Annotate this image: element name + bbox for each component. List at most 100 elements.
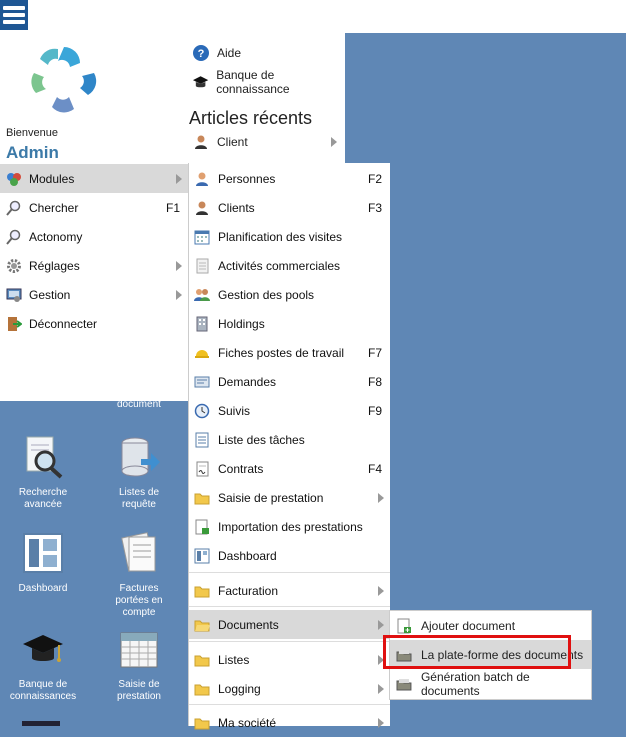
menu-separator [189, 641, 390, 642]
graduation-cap-icon [23, 635, 63, 662]
menu-separator [189, 704, 390, 705]
submenu-item-contrats[interactable]: Contrats F4 [189, 454, 390, 483]
request-icon [194, 376, 210, 387]
desktop-icon-banque[interactable]: Banque de connaissances [8, 627, 78, 703]
gear-icon [7, 258, 21, 273]
submenu-item-label: Gestion des pools [218, 287, 315, 302]
submenu-arrow-icon [378, 585, 384, 596]
help-link[interactable]: ? Aide [192, 42, 241, 64]
building-icon [196, 316, 208, 331]
submenu-item-label: Holdings [218, 316, 265, 331]
submenu-item-suivis[interactable]: Suivis F9 [189, 396, 390, 425]
hardhat-icon [195, 349, 209, 358]
submenu-item-personnes[interactable]: Personnes F2 [189, 164, 390, 193]
desktop-icon-label: Listes de requête [118, 487, 160, 510]
submenu-item-generation-batch[interactable]: Génération batch de documents [390, 669, 591, 698]
menu-item-deconnecter[interactable]: Déconnecter [0, 309, 188, 338]
menu-item-actonomy[interactable]: Actonomy [0, 222, 188, 251]
submenu-item-saisie[interactable]: Saisie de prestation [189, 483, 390, 512]
desktop-icon-partial [22, 721, 60, 726]
search-icon [6, 200, 21, 216]
menu-item-label: Actonomy [29, 229, 83, 244]
graduation-cap-icon [192, 76, 209, 88]
submenu-item-documents[interactable]: Documents [189, 610, 390, 639]
magnifier-document-icon [26, 436, 63, 479]
submenu-item-label: Documents [218, 617, 279, 632]
recent-item-client[interactable]: Client [188, 129, 343, 155]
menu-item-label: Réglages [29, 258, 80, 273]
submenu-item-label: Facturation [218, 583, 279, 598]
folder-icon [194, 684, 210, 695]
folder-icon [194, 718, 210, 729]
submenu-item-fiches[interactable]: Fiches postes de travail F7 [189, 338, 390, 367]
folder-open-icon [194, 620, 210, 631]
desktop-icon-recherche-avancee[interactable]: Recherche avancée [8, 435, 78, 511]
submenu-item-label: Planification des visites [218, 229, 343, 244]
clock-icon [194, 403, 210, 418]
desktop-icon-listes-de-requete[interactable]: Listes de requête [104, 435, 174, 511]
menu-item-chercher[interactable]: Chercher F1 [0, 193, 188, 222]
folder-icon [194, 655, 210, 666]
submenu-item-label: Ajouter document [421, 618, 516, 633]
menu-separator [189, 606, 390, 607]
menu-item-shortcut: F1 [165, 200, 180, 215]
folder-icon [194, 493, 210, 504]
menu-item-modules[interactable]: Modules [0, 164, 188, 193]
desktop-icon-label: Recherche avancée [18, 487, 68, 510]
top-bar [0, 0, 626, 33]
client-icon [195, 135, 207, 149]
menu-item-reglages[interactable]: Réglages [0, 251, 188, 280]
submenu-item-logging[interactable]: Logging [189, 674, 390, 703]
menu-item-gestion[interactable]: Gestion [0, 280, 188, 309]
help-icon: ? [193, 45, 209, 61]
document-icon [196, 258, 209, 273]
company-logo [30, 45, 98, 113]
submenu-item-label: Liste des tâches [218, 432, 305, 447]
batch-documents-icon [396, 678, 412, 690]
submenu-item-label: Ma société [218, 715, 277, 730]
submenu-item-ma-societe[interactable]: Ma société [189, 708, 390, 737]
submenu-item-label: Contrats [218, 461, 264, 476]
submenu-item-label: Suivis [218, 403, 251, 418]
submenu-item-shortcut: F2 [367, 171, 382, 186]
submenu-item-activites[interactable]: Activités commerciales [189, 251, 390, 280]
client-icon [196, 201, 208, 215]
submenu-item-clients[interactable]: Clients F3 [189, 193, 390, 222]
menu-item-label: Gestion [29, 287, 71, 302]
management-icon [6, 288, 22, 302]
welcome-text: Bienvenue [6, 127, 58, 139]
submenu-item-facturation[interactable]: Facturation [189, 576, 390, 605]
submenu-item-taches[interactable]: Liste des tâches [189, 425, 390, 454]
submenu-item-holdings[interactable]: Holdings [189, 309, 390, 338]
modules-submenu: Personnes F2 Clients F3 Planification de… [188, 163, 390, 730]
submenu-item-planification[interactable]: Planification des visites [189, 222, 390, 251]
search-icon [6, 229, 21, 245]
dashboard-icon [23, 533, 63, 573]
submenu-item-listes[interactable]: Listes [189, 645, 390, 674]
submenu-item-dashboard[interactable]: Dashboard [189, 541, 390, 570]
submenu-arrow-icon [176, 173, 182, 184]
submenu-arrow-icon [331, 137, 337, 147]
submenu-arrow-icon [378, 717, 384, 728]
dashboard-icon [194, 548, 210, 563]
desktop-icon-label: Dashboard [18, 583, 68, 594]
desktop-icon-dashboard[interactable]: Dashboard [8, 531, 78, 595]
desktop-icon-saisie[interactable]: Saisie de prestation [104, 627, 174, 703]
calendar-icon [120, 632, 158, 668]
submenu-item-importation[interactable]: Importation des prestations [189, 512, 390, 541]
hamburger-icon[interactable] [0, 0, 28, 30]
submenu-item-shortcut: F3 [367, 200, 382, 215]
submenu-arrow-icon [378, 492, 384, 503]
desktop-icon-label: Saisie de prestation [117, 679, 161, 702]
submenu-arrow-icon [176, 260, 182, 271]
desktop-icon-factures[interactable]: Factures portées en compte [104, 531, 174, 619]
submenu-item-pools[interactable]: Gestion des pools [189, 280, 390, 309]
knowledge-link[interactable]: Banque de connaissance [192, 68, 345, 96]
menu-item-label: Chercher [29, 200, 79, 215]
submenu-item-demandes[interactable]: Demandes F8 [189, 367, 390, 396]
submenu-item-shortcut: F8 [367, 374, 382, 389]
submenu-arrow-icon [378, 619, 384, 630]
submenu-arrow-icon [176, 289, 182, 300]
submenu-item-label: Activités commerciales [218, 258, 341, 273]
menu-separator [189, 572, 390, 573]
